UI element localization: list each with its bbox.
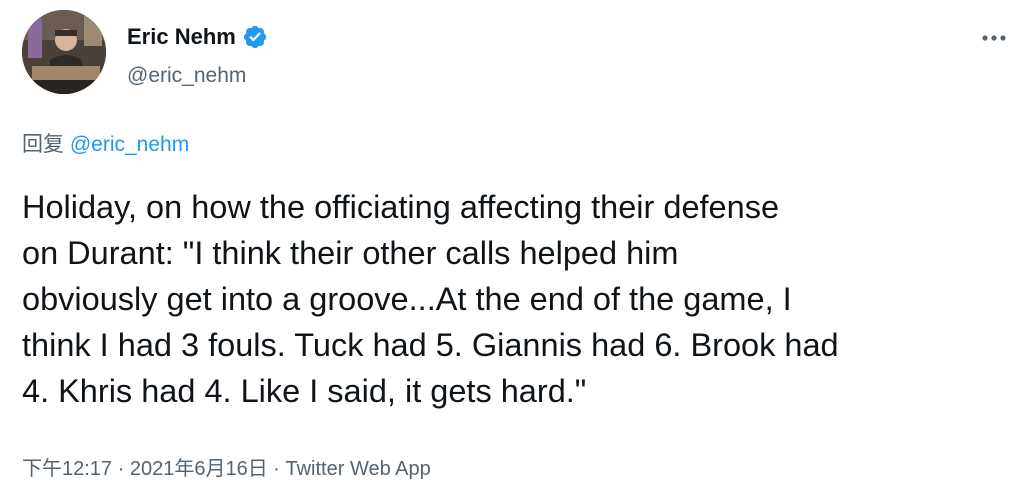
reply-context: 回复 @eric_nehm: [22, 128, 189, 158]
more-options-icon: [981, 29, 1007, 47]
avatar[interactable]: [22, 10, 106, 94]
avatar-image: [22, 10, 106, 94]
tweet-card: Eric Nehm @eric_nehm 回复 @eric_nehm Holid…: [0, 0, 1024, 490]
meta-separator: ·: [267, 458, 286, 480]
tweet-source-link[interactable]: Twitter Web App: [286, 458, 431, 480]
meta-separator: ·: [112, 458, 130, 480]
tweet-metadata: 下午12:17 · 2021年6月16日 · Twitter Web App: [22, 452, 431, 481]
reply-prefix: 回复: [22, 133, 70, 156]
tweet-header: Eric Nehm @eric_nehm: [22, 10, 1012, 96]
display-name[interactable]: Eric Nehm: [127, 24, 236, 50]
tweet-date-link[interactable]: 2021年6月16日: [130, 458, 268, 480]
reply-mention-link[interactable]: @eric_nehm: [70, 133, 189, 156]
tweet-text: Holiday, on how the officiating affectin…: [22, 189, 839, 409]
more-options-button[interactable]: [976, 20, 1012, 56]
display-name-row: Eric Nehm: [127, 22, 268, 52]
user-handle[interactable]: @eric_nehm: [127, 64, 268, 88]
verified-badge-icon: [242, 24, 268, 50]
user-names: Eric Nehm @eric_nehm: [127, 22, 268, 88]
tweet-time-link[interactable]: 下午12:17: [22, 458, 112, 480]
